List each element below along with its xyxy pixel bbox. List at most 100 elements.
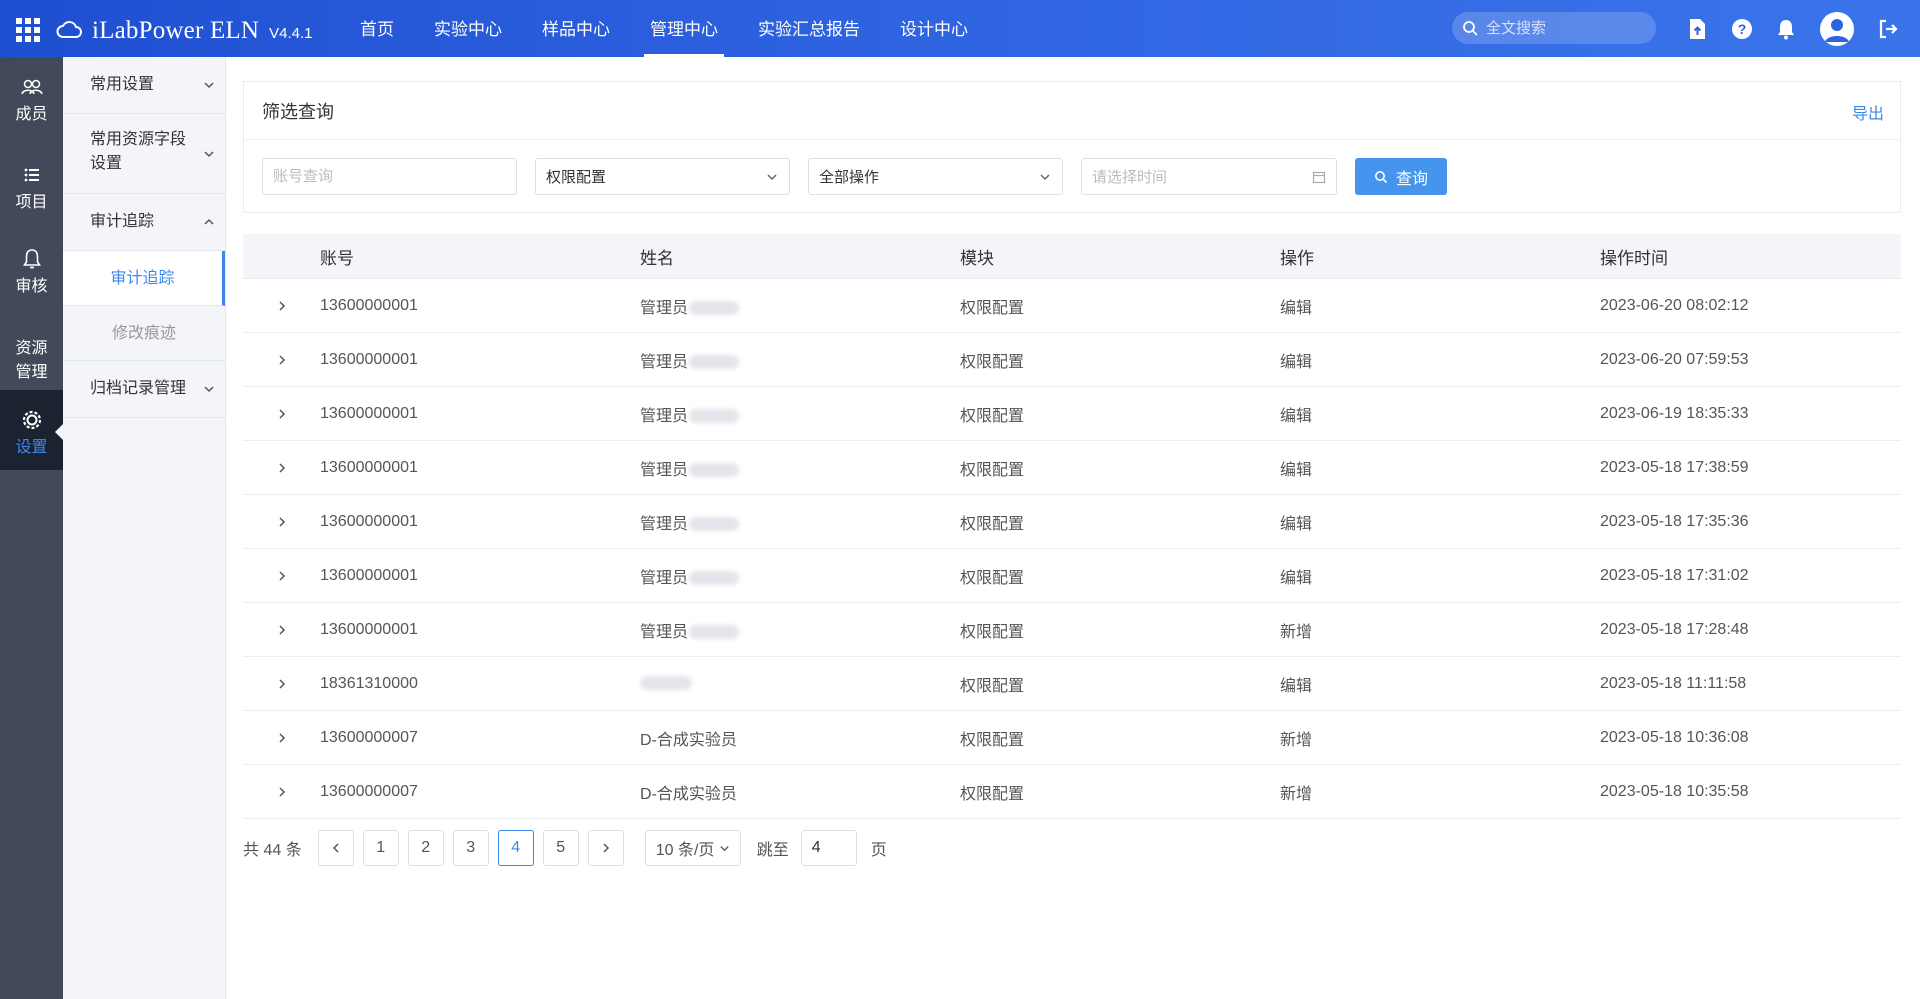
redacted-text	[689, 571, 740, 586]
cell-account: 13600000001	[320, 350, 418, 368]
table-row[interactable]: 13600000001 管理员 权限配置 编辑 2023-05-18 17:31:02	[243, 549, 1901, 603]
nav-home[interactable]: 首页	[340, 0, 414, 57]
table-row[interactable]: 13600000007 D-合成实验员 权限配置 新增 2023-05-18 10:36…	[243, 711, 1901, 765]
page-button-1[interactable]: 1	[362, 830, 399, 866]
help-icon[interactable]: ?	[1730, 17, 1754, 41]
table-row[interactable]: 13600000001 管理员 权限配置 新增 2023-05-18 17:28:48	[243, 603, 1901, 657]
expand-row-icon[interactable]	[275, 731, 289, 745]
page-button-4[interactable]: 4	[497, 830, 534, 866]
chevron-down-icon	[204, 82, 214, 89]
table-row[interactable]: 13600000001 管理员 权限配置 编辑 2023-06-20 08:02:12	[243, 279, 1901, 333]
logout-icon[interactable]	[1876, 17, 1900, 41]
cell-name: 管理员	[640, 402, 960, 426]
next-page-button[interactable]	[587, 830, 624, 866]
filter-divider	[244, 139, 1900, 140]
nav-design-center[interactable]: 设计中心	[880, 0, 988, 57]
export-link[interactable]: 导出	[1852, 100, 1884, 124]
table-row[interactable]: 13600000007 D-合成实验员 权限配置 新增 2023-05-18 10:35…	[243, 765, 1901, 819]
expand-row-icon[interactable]	[275, 407, 289, 421]
nav-experiment-report[interactable]: 实验汇总报告	[738, 0, 880, 57]
cell-name: 管理员	[640, 294, 960, 318]
cell-operation: 编辑	[1280, 569, 1313, 587]
chevron-down-icon	[720, 845, 729, 851]
nav-experiment-center[interactable]: 实验中心	[414, 0, 522, 57]
chevron-down-icon	[204, 386, 214, 393]
page-button-5[interactable]: 5	[542, 830, 579, 866]
search-icon	[1374, 170, 1388, 183]
cell-operation-time: 2023-06-20 07:59:53	[1600, 350, 1749, 368]
sidebar-projects[interactable]: 项目	[0, 145, 63, 227]
icon-sidebar: 成员 项目 审核 资源管理 设置	[0, 57, 63, 999]
account-query-field[interactable]	[262, 158, 517, 195]
expand-row-icon[interactable]	[275, 461, 289, 475]
cell-operation-time: 2023-05-18 10:35:58	[1600, 782, 1749, 800]
cell-name: 管理员	[640, 510, 960, 534]
module-select[interactable]: 权限配置	[535, 158, 790, 195]
expand-row-icon[interactable]	[275, 785, 289, 799]
cell-name-text: 管理员	[640, 407, 689, 425]
cell-name-text: 管理员	[640, 461, 689, 479]
notification-bell-icon[interactable]	[1774, 17, 1798, 41]
expand-row-icon[interactable]	[275, 677, 289, 691]
cell-module: 权限配置	[960, 461, 1025, 479]
cell-operation-time: 2023-06-19 18:35:33	[1600, 404, 1749, 422]
sidebar-projects-label: 项目	[15, 194, 48, 211]
table-row[interactable]: 13600000001 管理员 权限配置 编辑 2023-06-19 18:35:33	[243, 387, 1901, 441]
global-search-input[interactable]	[1486, 19, 1646, 37]
chevron-right-icon	[603, 843, 609, 853]
account-query-input[interactable]	[273, 168, 506, 185]
nav-sample-center[interactable]: 样品中心	[522, 0, 630, 57]
sidebar-resource-label: 资源管理	[15, 340, 48, 381]
table-row[interactable]: 13600000001 管理员 权限配置 编辑 2023-05-18 17:38:59	[243, 441, 1901, 495]
submenu-resource-fields[interactable]: 常用资源字段设置	[63, 114, 225, 194]
expand-row-icon[interactable]	[275, 299, 289, 313]
cell-module: 权限配置	[960, 407, 1025, 425]
page-button-2[interactable]: 2	[407, 830, 444, 866]
cell-account: 13600000001	[320, 512, 418, 530]
cell-name-text: 管理员	[640, 299, 689, 317]
nav-management-center[interactable]: 管理中心	[630, 0, 738, 57]
filter-panel: 筛选查询 导出 权限配置 全部操作 请选择时间 查询	[243, 81, 1901, 213]
chevron-up-icon	[204, 218, 214, 225]
operation-select[interactable]: 全部操作	[808, 158, 1063, 195]
cell-operation: 编辑	[1280, 299, 1313, 317]
sidebar-settings[interactable]: 设置	[0, 390, 63, 470]
expand-row-icon[interactable]	[275, 569, 289, 583]
upload-document-icon[interactable]	[1685, 17, 1709, 41]
chevron-down-icon	[1040, 173, 1050, 180]
jump-page-input[interactable]	[800, 830, 857, 866]
table-row[interactable]: 13600000001 管理员 权限配置 编辑 2023-06-20 07:59:53	[243, 333, 1901, 387]
search-icon	[1463, 21, 1478, 36]
cell-account: 13600000001	[320, 620, 418, 638]
redacted-text	[689, 463, 740, 478]
time-range-picker[interactable]: 请选择时间	[1081, 158, 1337, 195]
sidebar-members[interactable]: 成员	[0, 57, 63, 139]
submenu-common-settings[interactable]: 常用设置	[63, 57, 225, 114]
app-grid-icon[interactable]	[16, 18, 40, 42]
submenu-common-settings-label: 常用设置	[90, 76, 155, 93]
submenu-audit-group[interactable]: 审计追踪	[63, 194, 225, 251]
sidebar-review[interactable]: 审核	[0, 229, 63, 311]
total-count: 共 44 条	[243, 842, 302, 859]
query-button[interactable]: 查询	[1355, 158, 1447, 195]
cell-name-text: 管理员	[640, 353, 689, 371]
cell-operation-time: 2023-06-20 08:02:12	[1600, 296, 1749, 314]
global-search[interactable]	[1452, 12, 1656, 44]
submenu-modification-trace[interactable]: 修改痕迹	[63, 306, 225, 361]
user-avatar[interactable]	[1820, 12, 1854, 46]
cell-name: D-合成实验员	[640, 726, 960, 750]
page-size-select[interactable]: 10 条/页	[644, 830, 741, 866]
filter-title: 筛选查询	[262, 102, 334, 122]
page-button-3[interactable]: 3	[452, 830, 489, 866]
cell-module: 权限配置	[960, 785, 1025, 803]
audit-table: 账号 姓名 模块 操作 操作时间 13600000001 管理员 权限配置 编辑 202…	[243, 234, 1901, 819]
chevron-down-icon	[204, 151, 214, 158]
expand-row-icon[interactable]	[275, 353, 289, 367]
expand-row-icon[interactable]	[275, 515, 289, 529]
prev-page-button[interactable]	[317, 830, 354, 866]
submenu-archive-management[interactable]: 归档记录管理	[63, 361, 225, 418]
submenu-audit-trail[interactable]: 审计追踪	[63, 251, 225, 306]
expand-row-icon[interactable]	[275, 623, 289, 637]
table-row[interactable]: 18361310000 权限配置 编辑 2023-05-18 11:11:58	[243, 657, 1901, 711]
table-row[interactable]: 13600000001 管理员 权限配置 编辑 2023-05-18 17:35:36	[243, 495, 1901, 549]
